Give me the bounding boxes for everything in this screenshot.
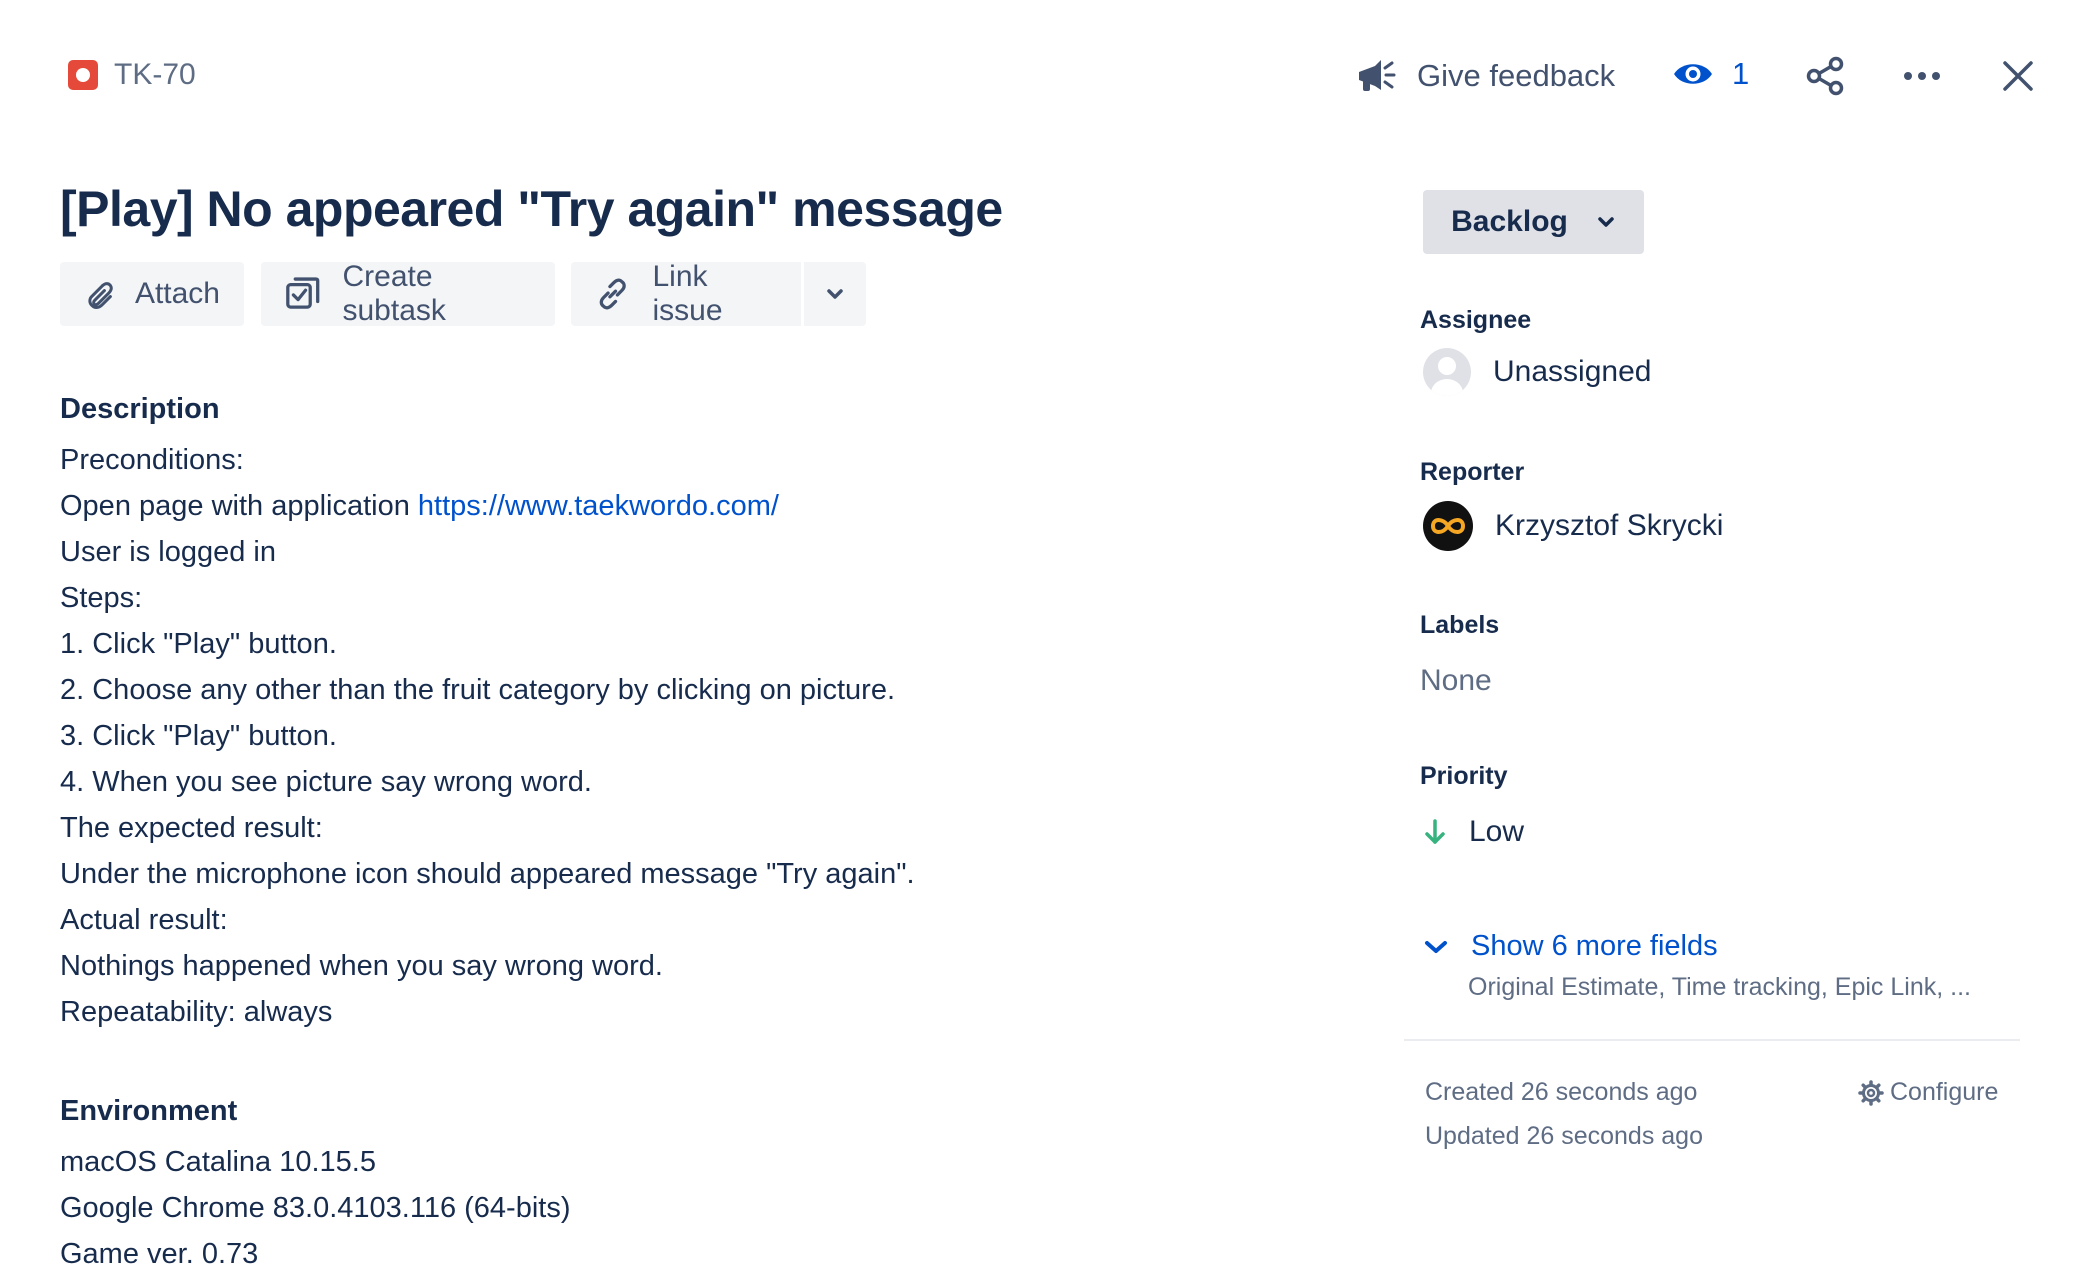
description-line: 1. Click "Play" button. [60, 628, 337, 660]
description-line: Actual result: [60, 904, 228, 936]
updated-timestamp: Updated 26 seconds ago [1425, 1122, 1703, 1150]
create-subtask-button[interactable]: Create subtask [261, 260, 555, 327]
give-feedback-button[interactable]: Give feedback [1355, 56, 1615, 96]
description-line: Preconditions: [60, 444, 244, 476]
description-line: The expected result: [60, 812, 323, 844]
priority-value: Low [1469, 815, 1525, 848]
status-label: Backlog [1451, 205, 1568, 238]
description-heading: Description [60, 393, 220, 425]
description-line: 4. When you see picture say wrong word. [60, 766, 592, 798]
subtask-icon [286, 277, 320, 309]
bug-icon [68, 60, 98, 90]
eye-icon [1674, 64, 1712, 84]
description-line: 3. Click "Play" button. [60, 720, 337, 752]
environment-line: Google Chrome 83.0.4103.116 (64-bits) [60, 1192, 571, 1224]
description-line: 2. Choose any other than the fruit categ… [60, 674, 896, 706]
status-dropdown[interactable]: Backlog [1423, 190, 1644, 254]
more-fields-summary: Original Estimate, Time tracking, Epic L… [1468, 973, 1971, 1001]
close-icon [2003, 61, 2033, 91]
paperclip-icon [88, 282, 113, 309]
description-line: Repeatability: always [60, 996, 333, 1028]
labels-label: Labels [1420, 611, 1500, 639]
chevron-down-icon [1598, 217, 1614, 227]
reporter-label: Reporter [1420, 458, 1525, 486]
description-text: Open page with application [60, 490, 418, 522]
link-icon [599, 278, 626, 310]
environment-heading: Environment [60, 1095, 238, 1127]
description-line: Nothings happened when you say wrong wor… [60, 950, 663, 982]
watch-button[interactable]: 1 [1672, 56, 1749, 92]
environment-line: Game ver. 0.73 [60, 1238, 259, 1270]
show-more-fields-label: Show 6 more fields [1471, 930, 1718, 962]
application-link[interactable]: https://www.taekwordo.com/ [418, 490, 779, 522]
link-issue-button[interactable]: Link issue [571, 260, 801, 327]
created-timestamp: Created 26 seconds ago [1425, 1078, 1698, 1106]
share-icon [1806, 56, 1844, 96]
watch-count: 1 [1732, 56, 1750, 91]
gear-icon [1858, 1079, 1884, 1106]
more-actions-button[interactable] [1902, 56, 1942, 96]
priority-field[interactable]: Low [1423, 815, 1524, 849]
assignee-value: Unassigned [1493, 355, 1652, 388]
attach-button[interactable]: Attach [60, 262, 244, 326]
description-line: Steps: [60, 582, 143, 614]
share-button[interactable] [1806, 56, 1846, 96]
avatar [1423, 501, 1473, 551]
divider [1404, 1039, 2020, 1041]
link-issue-label: Link issue [652, 260, 723, 327]
close-button[interactable] [1998, 56, 2038, 96]
give-feedback-label: Give feedback [1417, 58, 1616, 93]
issue-key-label: TK-70 [114, 58, 196, 91]
create-subtask-label: Create subtask [342, 260, 446, 327]
labels-value[interactable]: None [1420, 664, 1492, 698]
issue-key[interactable]: TK-70 [68, 58, 196, 92]
environment-line: macOS Catalina 10.15.5 [60, 1146, 376, 1178]
priority-label: Priority [1420, 762, 1508, 790]
description-line: Under the microphone icon should appeare… [60, 858, 915, 890]
arrow-down-icon [1425, 819, 1445, 844]
assignee-label: Assignee [1420, 306, 1532, 334]
megaphone-icon [1359, 60, 1396, 91]
chevron-down-icon [1425, 940, 1447, 953]
description-line: User is logged in [60, 536, 276, 568]
more-toolbar-dropdown[interactable] [804, 262, 866, 326]
configure-button[interactable]: Configure [1858, 1078, 1998, 1107]
show-more-fields-button[interactable]: Show 6 more fields [1423, 930, 1718, 963]
attach-label: Attach [134, 277, 220, 310]
chevron-down-icon [827, 289, 843, 299]
reporter-field[interactable]: Krzysztof Skrycki [1423, 501, 1723, 551]
assignee-field[interactable]: Unassigned [1423, 348, 1651, 396]
more-icon [1904, 72, 1940, 80]
description-line: Open page with application https://www.t… [60, 490, 779, 523]
issue-title[interactable]: [Play] No appeared "Try again" message [60, 180, 1003, 238]
unassigned-avatar-icon [1423, 348, 1471, 396]
reporter-value: Krzysztof Skrycki [1495, 509, 1724, 542]
configure-label: Configure [1890, 1078, 1999, 1106]
